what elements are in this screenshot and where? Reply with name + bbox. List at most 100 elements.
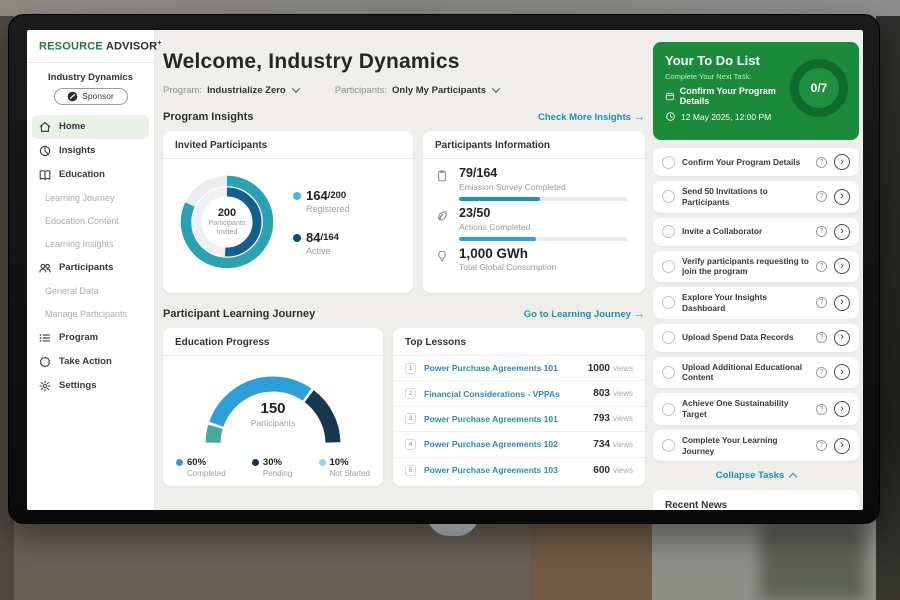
chevron-down-icon xyxy=(291,84,299,92)
logo-text-resource: RESOURCE xyxy=(39,41,103,53)
task-checkbox[interactable] xyxy=(662,331,675,344)
info-icon[interactable] xyxy=(816,157,827,168)
go-to-learning-journey-link[interactable]: Go to Learning Journey xyxy=(524,308,645,320)
lightbulb-icon xyxy=(435,247,451,273)
invited-participants-card: Invited Participants 200 xyxy=(163,131,413,293)
task-item-explore-insights[interactable]: Explore Your Insights Dashboard xyxy=(653,287,859,319)
sidebar-item-insights[interactable]: Insights xyxy=(32,139,149,163)
program-filter-value: Industrialize Zero xyxy=(207,85,286,96)
info-icon[interactable] xyxy=(816,297,827,308)
lesson-link[interactable]: Power Purchase Agreements 101 xyxy=(424,414,558,424)
nav-label: Participants xyxy=(59,262,113,273)
task-item-confirm-program[interactable]: Confirm Your Program Details xyxy=(653,148,859,176)
lesson-link[interactable]: Financial Considerations - VPPAs xyxy=(424,389,560,399)
card-title: Invited Participants xyxy=(163,131,413,159)
lesson-row[interactable]: 4 Power Purchase Agreements 102 734views xyxy=(393,432,645,457)
lesson-row[interactable]: 5 Power Purchase Agreements 103 600views xyxy=(393,458,645,483)
task-item-invite-collaborator[interactable]: Invite a Collaborator xyxy=(653,218,859,246)
sidebar-item-settings[interactable]: Settings xyxy=(32,374,149,398)
task-checkbox[interactable] xyxy=(662,190,675,203)
seal-icon xyxy=(38,355,52,369)
list-icon xyxy=(38,331,52,345)
sidebar-item-general-data[interactable]: General Data xyxy=(32,280,149,303)
chevron-right-icon[interactable] xyxy=(834,295,850,311)
program-filter-label: Program: xyxy=(163,85,202,96)
lesson-row[interactable]: 3 Power Purchase Agreements 101 793views xyxy=(393,407,645,432)
info-icon[interactable] xyxy=(816,226,827,237)
sidebar-item-participants[interactable]: Participants xyxy=(32,256,149,280)
recent-news-card: Recent News xyxy=(653,490,859,510)
clipboard-icon xyxy=(435,167,451,201)
leaf-icon xyxy=(435,207,451,241)
task-item-upload-spend-data[interactable]: Upload Spend Data Records xyxy=(653,324,859,352)
lesson-link[interactable]: Power Purchase Agreements 101 xyxy=(424,363,558,373)
section-title: Participant Learning Journey xyxy=(163,308,315,320)
sidebar-item-education-content[interactable]: Education Content xyxy=(32,210,149,233)
task-checkbox[interactable] xyxy=(662,439,675,452)
nav-sub-label: Learning Insights xyxy=(45,239,114,249)
chevron-right-icon[interactable] xyxy=(834,258,850,274)
task-item-achieve-target[interactable]: Achieve One Sustainability Target xyxy=(653,393,859,425)
chevron-right-icon[interactable] xyxy=(834,401,850,417)
program-insights-cards: Invited Participants 200 xyxy=(163,131,645,293)
recent-news-title: Recent News xyxy=(665,500,847,510)
lesson-row[interactable]: 2 Financial Considerations - VPPAs 803vi… xyxy=(393,381,645,406)
education-progress-card: Education Progress 150 Participants xyxy=(163,328,383,486)
legend-active: 84/164 Active xyxy=(293,230,350,256)
task-checkbox[interactable] xyxy=(662,366,675,379)
page-title: Welcome, Industry Dynamics xyxy=(163,50,645,74)
lesson-link[interactable]: Power Purchase Agreements 102 xyxy=(424,439,558,449)
check-more-insights-link[interactable]: Check More Insights xyxy=(538,111,645,123)
chevron-right-icon[interactable] xyxy=(834,438,850,454)
sidebar-item-take-action[interactable]: Take Action xyxy=(32,350,149,374)
sidebar-item-manage-participants[interactable]: Manage Participants xyxy=(32,303,149,326)
sidebar-item-education[interactable]: Education xyxy=(32,163,149,187)
task-item-upload-educational-content[interactable]: Upload Additional Educational Content xyxy=(653,357,859,389)
education-progress-gauge: 150 Participants xyxy=(195,362,351,448)
chevron-right-icon[interactable] xyxy=(834,224,850,240)
chevron-right-icon[interactable] xyxy=(834,154,850,170)
task-checkbox[interactable] xyxy=(662,260,675,273)
chevron-right-icon[interactable] xyxy=(834,189,850,205)
program-filter[interactable]: Program: Industrialize Zero xyxy=(163,85,299,96)
program-insights-header: Program Insights Check More Insights xyxy=(163,111,645,123)
registered-dot-icon xyxy=(293,192,301,200)
info-icon[interactable] xyxy=(816,261,827,272)
active-dot-icon xyxy=(293,234,301,242)
task-checkbox[interactable] xyxy=(662,296,675,309)
book-icon xyxy=(38,168,52,182)
monitor-bezel: RESOURCE ADVISOR+ Industry Dynamics Spon… xyxy=(8,14,880,524)
collapse-tasks-link[interactable]: Collapse Tasks xyxy=(653,470,859,481)
task-checkbox[interactable] xyxy=(662,156,675,169)
task-item-verify-participants[interactable]: Verify participants requesting to join t… xyxy=(653,251,859,283)
info-icon[interactable] xyxy=(816,367,827,378)
info-icon[interactable] xyxy=(816,191,827,202)
photo-scene: RESOURCE ADVISOR+ Industry Dynamics Spon… xyxy=(0,0,900,600)
legend-completed: 60% Completed xyxy=(176,457,226,478)
task-checkbox[interactable] xyxy=(662,403,675,416)
task-item-send-invitations[interactable]: Send 50 Invitations to Participants xyxy=(653,181,859,213)
info-icon[interactable] xyxy=(816,332,827,343)
sidebar-item-learning-insights[interactable]: Learning Insights xyxy=(32,233,149,256)
sidebar-item-home[interactable]: Home xyxy=(32,115,149,139)
task-checkbox[interactable] xyxy=(662,225,675,238)
chevron-right-icon[interactable] xyxy=(834,364,850,380)
chevron-right-icon[interactable] xyxy=(834,330,850,346)
emission-survey-stat: 79/164 Emission Survey Completed xyxy=(435,167,633,201)
sidebar-item-learning-journey[interactable]: Learning Journey xyxy=(32,187,149,210)
sponsor-badge[interactable]: Sponsor xyxy=(54,88,128,105)
participants-filter[interactable]: Participants:Only My Participants xyxy=(335,85,499,96)
logo-text-advisor: ADVISOR xyxy=(106,41,158,53)
nav-sub-label: Education Content xyxy=(45,216,119,226)
lesson-rank: 5 xyxy=(405,465,416,476)
logo-plus: + xyxy=(157,40,161,47)
task-item-complete-learning-journey[interactable]: Complete Your Learning Journey xyxy=(653,430,859,462)
sidebar-nav: Home Insights Education Learning Journey xyxy=(27,111,154,402)
info-icon[interactable] xyxy=(816,440,827,451)
lesson-row[interactable]: 1 Power Purchase Agreements 101 1000view… xyxy=(393,356,645,381)
lesson-link[interactable]: Power Purchase Agreements 103 xyxy=(424,465,558,475)
nav-sub-label: General Data xyxy=(45,286,99,296)
sidebar-item-program[interactable]: Program xyxy=(32,326,149,350)
info-icon[interactable] xyxy=(816,404,827,415)
todo-summary-card: Your To Do List Complete Your Next Task:… xyxy=(653,42,859,140)
